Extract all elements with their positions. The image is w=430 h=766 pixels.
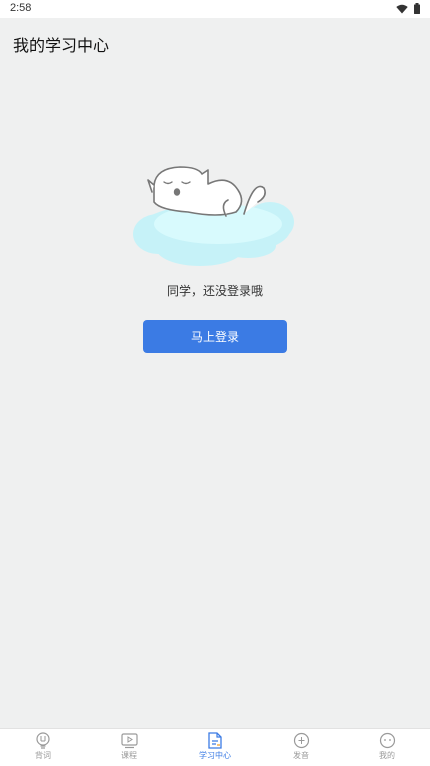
tab-courses[interactable]: 课程 <box>86 729 172 766</box>
tab-label: 课程 <box>121 751 137 760</box>
cat-shape <box>147 166 266 217</box>
tab-label: 学习中心 <box>199 751 231 760</box>
tab-label: 发音 <box>293 751 309 760</box>
pronunciation-icon <box>293 732 309 749</box>
lightbulb-icon <box>36 732 50 749</box>
document-icon <box>208 732 222 749</box>
status-bar: 2:58 <box>0 0 430 18</box>
video-icon <box>120 733 138 749</box>
tab-label: 我的 <box>379 751 395 760</box>
login-button[interactable]: 马上登录 <box>143 320 287 353</box>
profile-icon <box>379 732 395 749</box>
tab-label: 背词 <box>35 751 51 760</box>
status-time: 2:58 <box>10 2 32 14</box>
tab-words[interactable]: 背词 <box>0 729 86 766</box>
bottom-tab-bar: 背词 课程 学习中心 发音 我的 <box>0 728 430 766</box>
tab-study-center[interactable]: 学习中心 <box>172 729 258 766</box>
page-title: 我的学习中心 <box>13 36 110 55</box>
login-hint: 同学，还没登录哦 <box>166 284 263 298</box>
sleeping-cat-illustration <box>133 166 294 266</box>
battery-icon <box>414 3 420 14</box>
tab-pronunciation[interactable]: 发音 <box>258 729 344 766</box>
wifi-icon <box>396 4 408 13</box>
tab-profile[interactable]: 我的 <box>344 729 430 766</box>
